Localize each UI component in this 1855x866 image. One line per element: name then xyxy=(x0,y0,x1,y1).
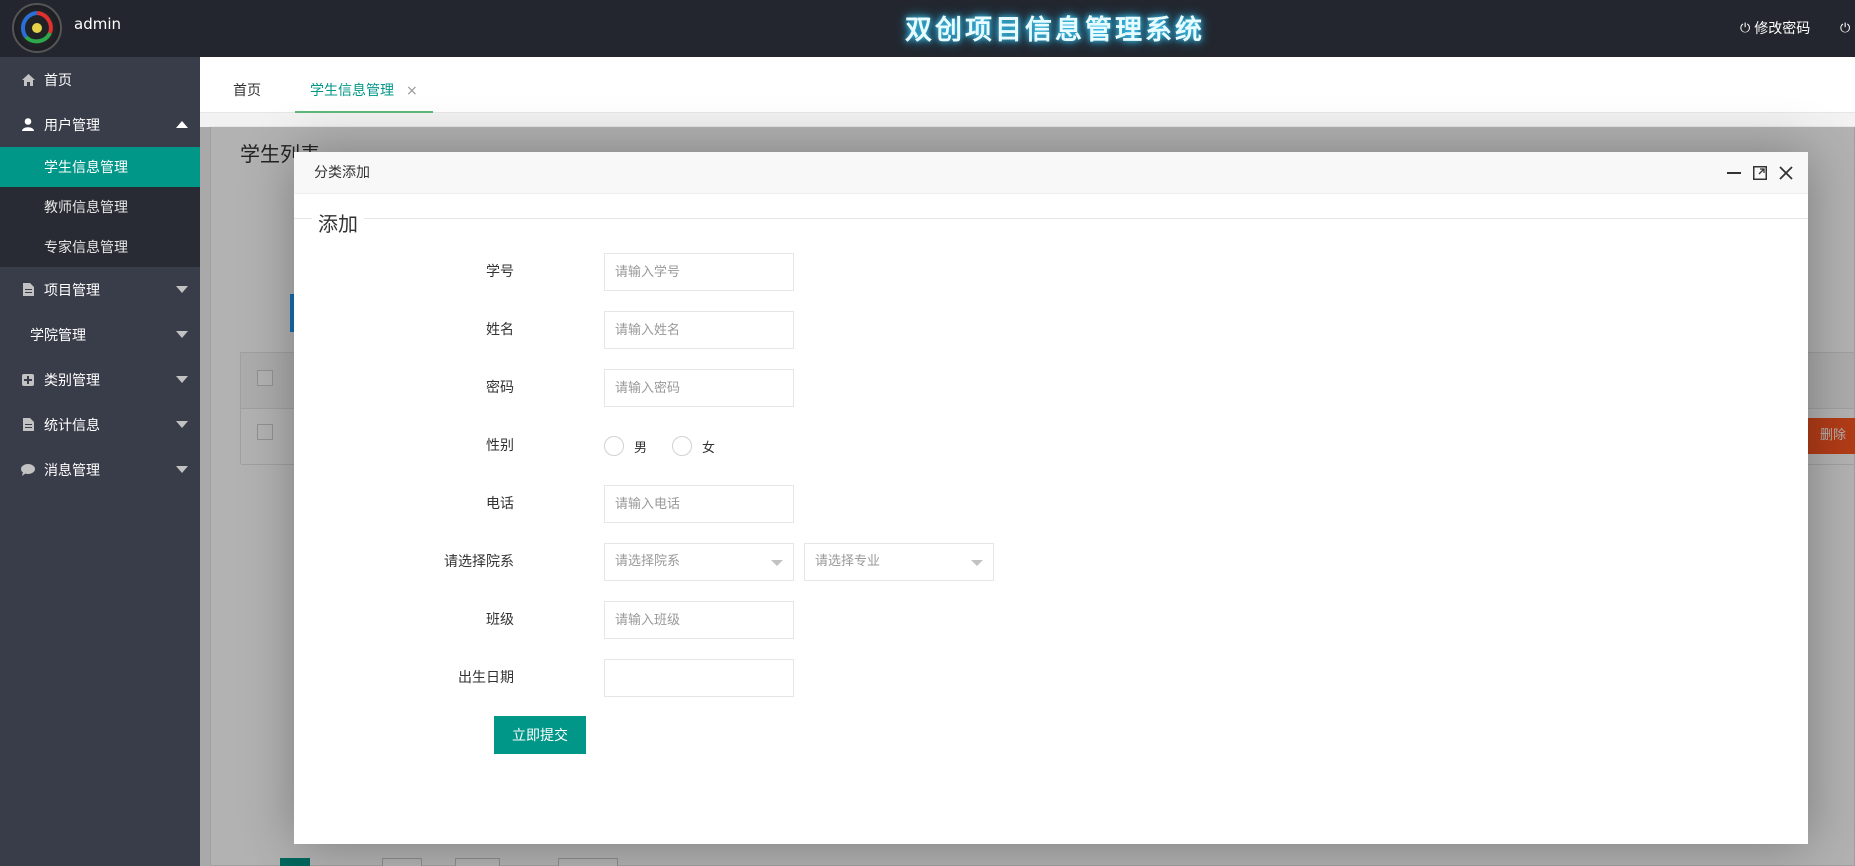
form-row-student-id: 学号 xyxy=(294,253,1808,291)
fieldset-legend: 添加 xyxy=(312,208,364,237)
add-dialog: 分类添加 添加 学号 姓名 密码 性别 男 女 电话 xyxy=(294,152,1808,844)
major-select[interactable]: 请选择专业 xyxy=(804,543,994,581)
chevron-up-icon xyxy=(176,121,188,128)
system-title: 双创项目信息管理系统 xyxy=(905,15,1205,46)
tab-home[interactable]: 首页 xyxy=(233,57,261,113)
radio-label: 女 xyxy=(702,440,716,456)
tab-bar: 首页 学生信息管理 × xyxy=(200,57,1855,113)
password-input[interactable] xyxy=(604,369,794,407)
sidebar-submenu-user: 学生信息管理 教师信息管理 专家信息管理 xyxy=(0,147,200,267)
power-icon: ⏻ xyxy=(1840,20,1851,36)
form-row-phone: 电话 xyxy=(294,485,1808,523)
sidebar-subitem-student[interactable]: 学生信息管理 xyxy=(0,147,200,187)
form-row-department: 请选择院系 请选择院系 请选择专业 xyxy=(294,543,1808,581)
sidebar: 首页 用户管理 学生信息管理 教师信息管理 专家信息管理 项目管理 学院管理 类… xyxy=(0,57,200,866)
sidebar-item-label: 用户管理 xyxy=(44,117,100,134)
top-header: admin 双创项目信息管理系统 ⏻ 修改密码 ⏻ 退 xyxy=(0,0,1855,57)
sidebar-item-label: 项目管理 xyxy=(44,282,100,299)
power-icon: ⏻ xyxy=(1740,20,1751,36)
sidebar-item-label: 学院管理 xyxy=(30,327,86,344)
birthday-input[interactable] xyxy=(604,659,794,697)
sidebar-item-label: 消息管理 xyxy=(44,462,100,479)
field-label: 密码 xyxy=(486,380,514,396)
department-select[interactable]: 请选择院系 xyxy=(604,543,794,581)
document-icon xyxy=(20,283,36,296)
sidebar-item-statistics[interactable]: 统计信息 xyxy=(0,402,200,447)
chevron-down-icon xyxy=(176,421,188,428)
sidebar-item-user-management[interactable]: 用户管理 xyxy=(0,102,200,147)
class-input[interactable] xyxy=(604,601,794,639)
tab-label: 学生信息管理 xyxy=(310,83,394,99)
field-label: 姓名 xyxy=(486,322,514,338)
sidebar-item-label: 统计信息 xyxy=(44,417,100,434)
form-row-name: 姓名 xyxy=(294,311,1808,349)
sidebar-item-label: 首页 xyxy=(44,72,72,89)
field-label: 班级 xyxy=(486,612,514,628)
close-icon[interactable]: × xyxy=(406,83,418,99)
tab-student-info[interactable]: 学生信息管理 × xyxy=(295,57,433,113)
sidebar-subitem-expert[interactable]: 专家信息管理 xyxy=(0,227,200,267)
caret-down-icon xyxy=(971,560,983,566)
document-icon xyxy=(20,418,36,431)
chevron-down-icon xyxy=(176,331,188,338)
sidebar-item-message-management[interactable]: 消息管理 xyxy=(0,447,200,492)
change-password-link[interactable]: ⏻ 修改密码 xyxy=(1740,18,1810,38)
field-label: 性别 xyxy=(486,438,514,454)
minimize-icon[interactable] xyxy=(1724,152,1744,194)
field-label: 电话 xyxy=(486,496,514,512)
logout-link[interactable]: ⏻ 退 xyxy=(1840,18,1855,38)
form-row-gender: 性别 男 女 xyxy=(294,427,1808,465)
sidebar-subitem-teacher[interactable]: 教师信息管理 xyxy=(0,187,200,227)
chevron-down-icon xyxy=(176,466,188,473)
submit-button[interactable]: 立即提交 xyxy=(494,716,586,754)
chat-icon xyxy=(20,463,36,476)
radio-circle xyxy=(672,436,692,456)
sidebar-item-project-management[interactable]: 项目管理 xyxy=(0,267,200,312)
maximize-icon[interactable] xyxy=(1750,152,1770,194)
select-placeholder: 请选择院系 xyxy=(615,554,681,569)
field-label: 请选择院系 xyxy=(444,554,514,570)
fieldset-line xyxy=(294,218,1808,219)
name-input[interactable] xyxy=(604,311,794,349)
form-row-birthday: 出生日期 xyxy=(294,659,1808,697)
student-id-input[interactable] xyxy=(604,253,794,291)
sidebar-item-home[interactable]: 首页 xyxy=(0,57,200,102)
gender-radio-male[interactable]: 男 xyxy=(604,436,647,456)
user-icon xyxy=(20,118,36,131)
radio-label: 男 xyxy=(634,440,648,456)
plus-square-icon xyxy=(20,373,36,386)
form-row-password: 密码 xyxy=(294,369,1808,407)
dialog-title: 分类添加 xyxy=(314,165,370,181)
radio-circle xyxy=(604,436,624,456)
phone-input[interactable] xyxy=(604,485,794,523)
select-placeholder: 请选择专业 xyxy=(815,554,881,569)
sidebar-item-category-management[interactable]: 类别管理 xyxy=(0,357,200,402)
close-icon[interactable] xyxy=(1776,152,1796,194)
sidebar-item-college-management[interactable]: 学院管理 xyxy=(0,312,200,357)
field-label: 学号 xyxy=(486,264,514,280)
dialog-header: 分类添加 xyxy=(294,152,1808,194)
home-icon xyxy=(20,73,36,86)
gender-radio-female[interactable]: 女 xyxy=(672,436,715,456)
sidebar-item-label: 类别管理 xyxy=(44,372,100,389)
field-label: 出生日期 xyxy=(458,670,514,686)
caret-down-icon xyxy=(771,560,783,566)
chevron-down-icon xyxy=(176,376,188,383)
chevron-down-icon xyxy=(176,286,188,293)
change-password-label: 修改密码 xyxy=(1754,21,1811,37)
form-row-class: 班级 xyxy=(294,601,1808,639)
